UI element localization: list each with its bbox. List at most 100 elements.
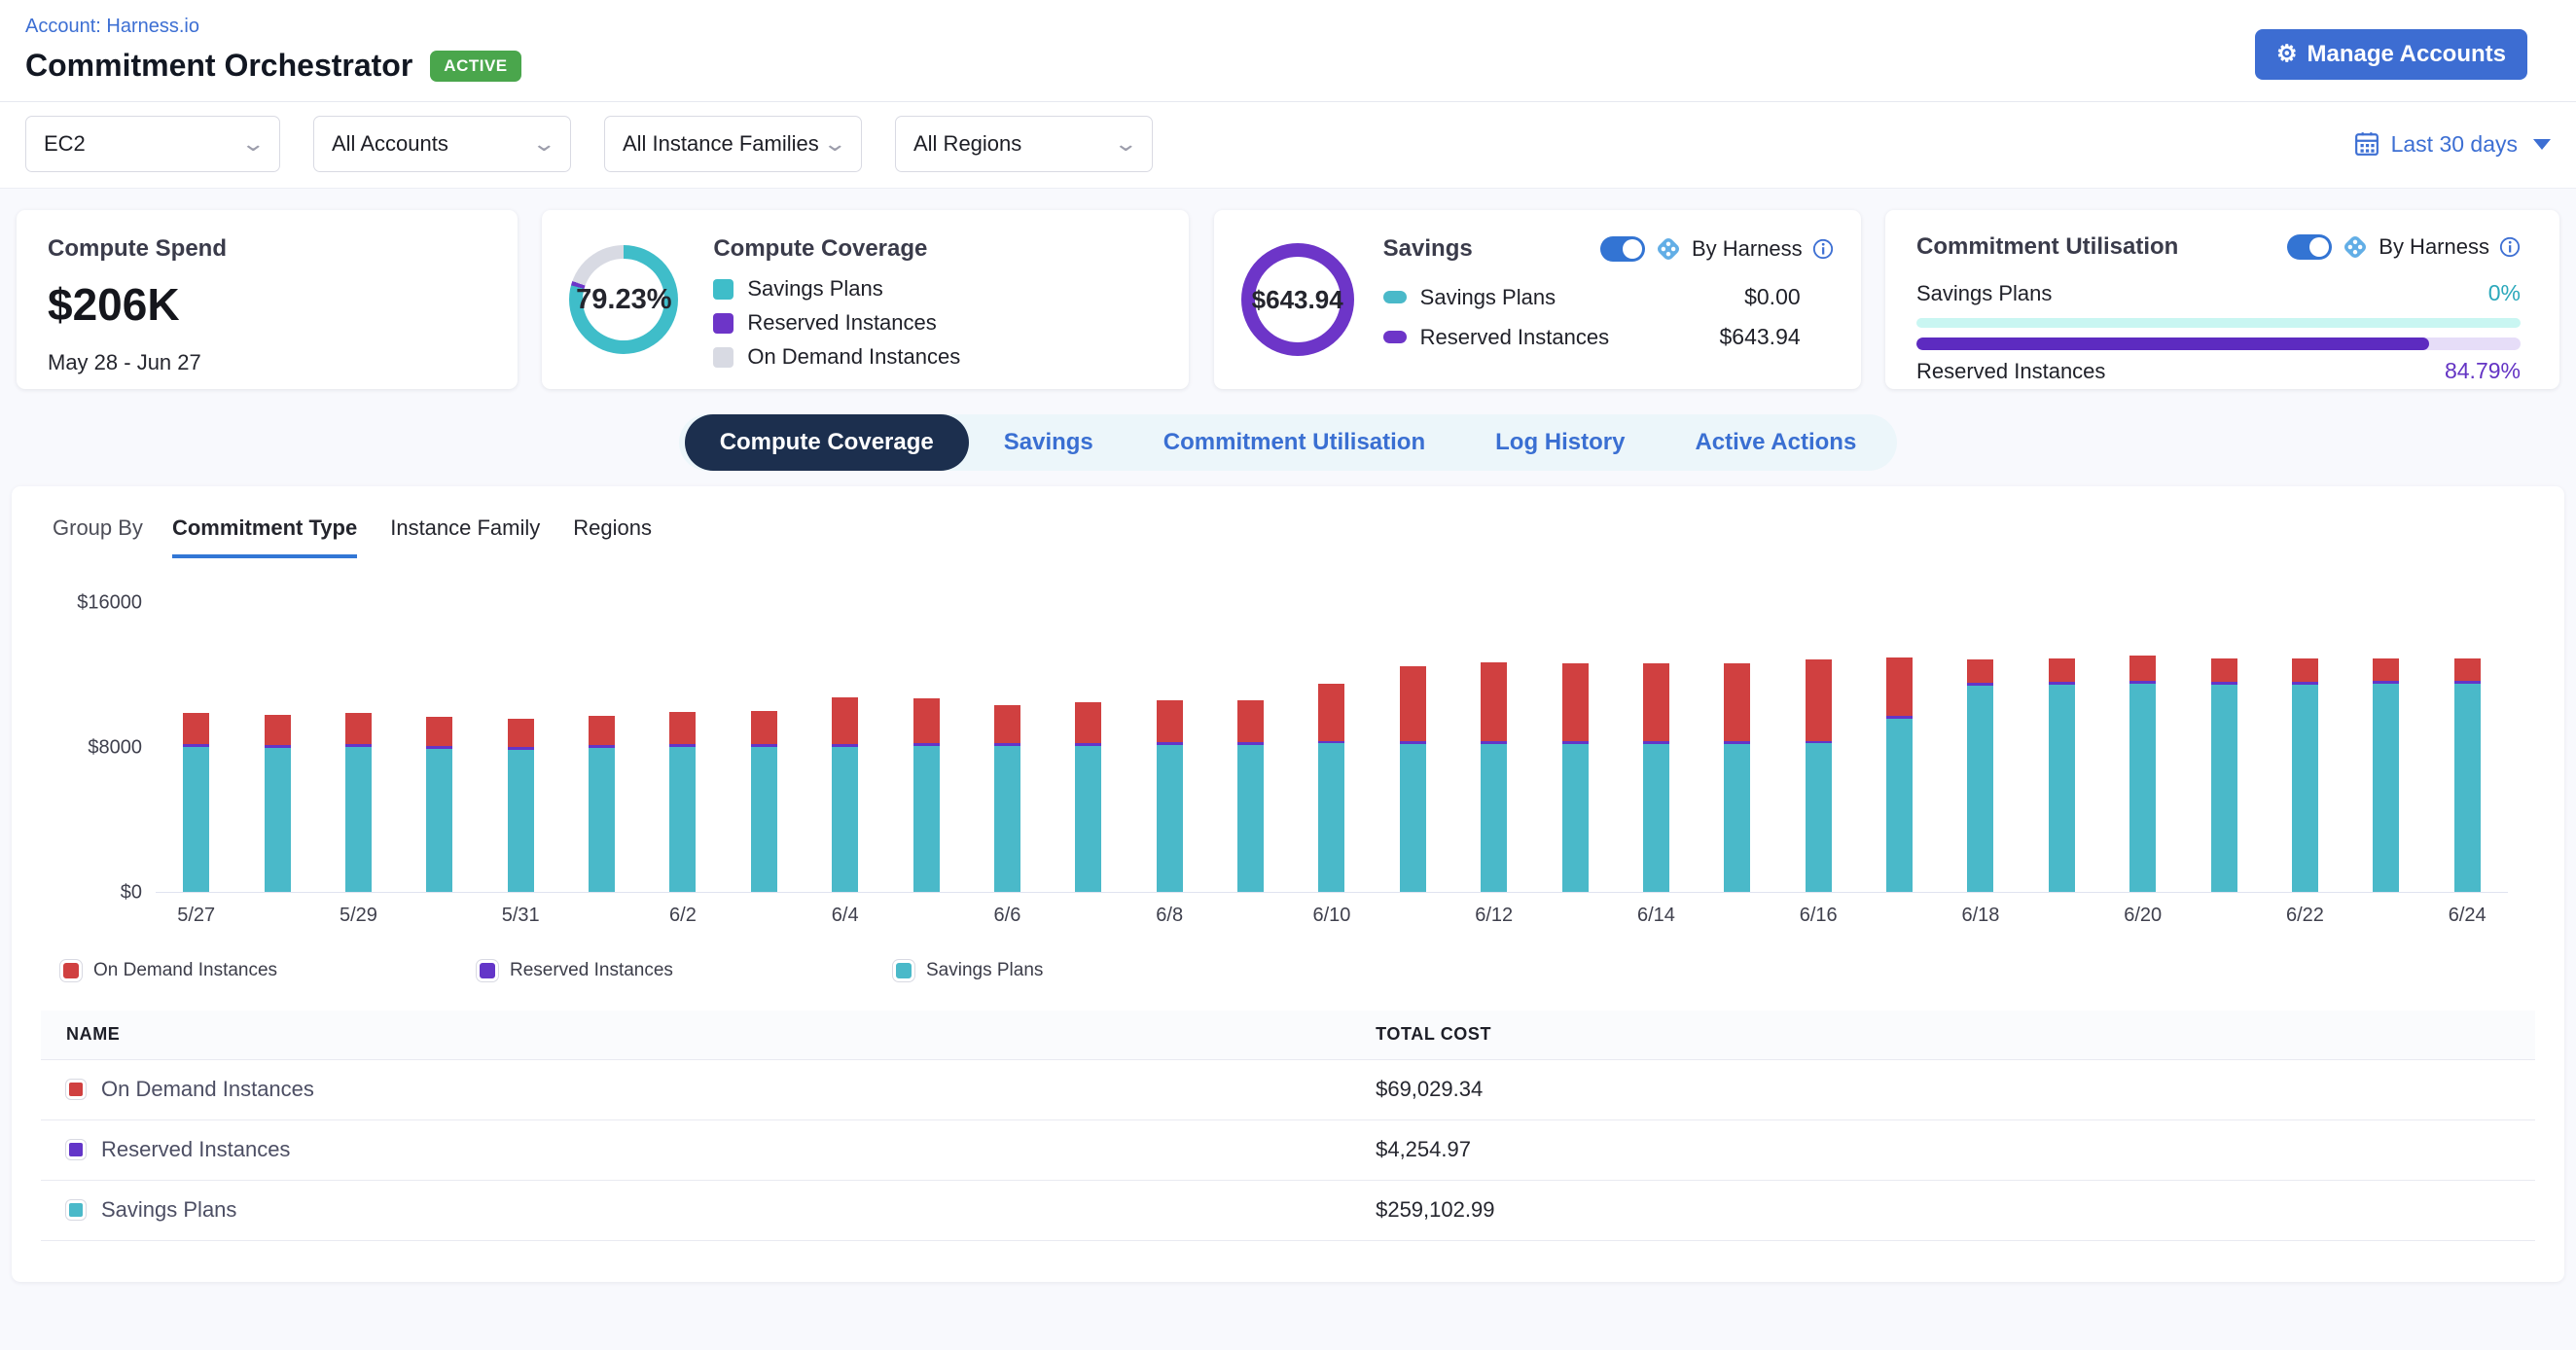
commitment-utilisation-card: Commitment Utilisation By Harness Saving… — [1885, 210, 2559, 389]
x-axis-tick — [1697, 905, 1777, 927]
chart-legend-item-savings-plans[interactable]: Savings Plans — [893, 960, 1309, 981]
group-by-regions[interactable]: Regions — [573, 515, 652, 558]
group-by-commitment-type[interactable]: Commitment Type — [172, 515, 357, 558]
x-axis-tick: 6/20 — [2102, 905, 2183, 927]
date-range-picker[interactable]: Last 30 days — [2354, 131, 2551, 158]
service-select[interactable]: EC2 ⌄ — [25, 116, 280, 172]
chevron-down-icon: ⌄ — [240, 131, 266, 157]
coverage-donut-chart: 79.23% — [569, 245, 678, 354]
tab-compute-coverage[interactable]: Compute Coverage — [685, 414, 969, 471]
chart-legend-item-reserved-instances[interactable]: Reserved Instances — [477, 960, 893, 981]
row-name: Savings Plans — [66, 1197, 1350, 1223]
instance-families-select[interactable]: All Instance Families ⌄ — [604, 116, 862, 172]
bar-6-12 — [1481, 662, 1507, 892]
compute-spend-title: Compute Spend — [48, 235, 486, 263]
legend-swatch — [477, 960, 498, 981]
x-axis-tick — [399, 905, 480, 927]
x-axis-tick: 6/22 — [2265, 905, 2345, 927]
tab-commitment-utilisation[interactable]: Commitment Utilisation — [1128, 414, 1460, 471]
bar-segment-savings-plans — [994, 746, 1020, 892]
column-header-total-cost: TOTAL COST — [1350, 1011, 2535, 1059]
bar-segment-on-demand-instances — [2454, 658, 2481, 681]
legend-swatch — [893, 960, 914, 981]
legend-label: Savings Plans — [926, 960, 1043, 981]
bar-segment-savings-plans — [508, 750, 534, 892]
bar-6-20 — [2129, 656, 2156, 892]
legend-label: Savings Plans — [747, 276, 882, 302]
by-harness-toggle[interactable] — [2287, 234, 2332, 260]
x-axis-tick — [561, 905, 642, 927]
util-savings-plans-value: 0% — [2488, 280, 2521, 306]
harness-logo-icon — [2342, 233, 2369, 261]
tab-savings[interactable]: Savings — [969, 414, 1128, 471]
coverage-legend-item-reserved-instances: Reserved Instances — [713, 310, 960, 336]
regions-select[interactable]: All Regions ⌄ — [895, 116, 1153, 172]
savings-total: $643.94 — [1252, 285, 1343, 315]
x-axis-tick: 6/14 — [1616, 905, 1697, 927]
bar-segment-savings-plans — [1643, 744, 1669, 892]
group-by-options: Commitment Type Instance Family Regions — [172, 515, 652, 558]
compute-spend-value: $206K — [48, 278, 486, 331]
bar-segment-savings-plans — [2049, 685, 2075, 892]
bar-segment-on-demand-instances — [265, 715, 291, 746]
x-axis-tick: 6/6 — [967, 905, 1048, 927]
column-header-name: NAME — [41, 1011, 1350, 1059]
x-axis-tick: 6/4 — [805, 905, 885, 927]
table-row: Reserved Instances $4,254.97 — [41, 1119, 2535, 1180]
harness-logo-icon — [1655, 235, 1682, 263]
account-breadcrumb-link[interactable]: Account: Harness.io — [25, 16, 199, 37]
legend-swatch — [713, 279, 733, 300]
savings-title: Savings — [1383, 235, 1473, 263]
bar-6-22 — [2292, 658, 2318, 892]
accounts-select[interactable]: All Accounts ⌄ — [313, 116, 571, 172]
bar-6-13 — [1562, 663, 1589, 892]
row-swatch — [66, 1080, 86, 1099]
bar-6-17 — [1886, 657, 1913, 892]
bar-6-19 — [2049, 658, 2075, 892]
bar-segment-on-demand-instances — [345, 713, 372, 745]
x-axis-tick — [1534, 905, 1615, 927]
x-axis-tick — [724, 905, 805, 927]
x-axis-tick — [1859, 905, 1940, 927]
row-total-cost: $259,102.99 — [1350, 1180, 2535, 1240]
gear-icon: ⚙ — [2276, 43, 2298, 66]
chart-legend-item-on-demand-instances[interactable]: On Demand Instances — [60, 960, 477, 981]
bar-segment-savings-plans — [751, 747, 777, 892]
bar-segment-on-demand-instances — [751, 711, 777, 744]
bar-6-18 — [1967, 659, 1993, 892]
coverage-percentage: 79.23% — [576, 284, 671, 316]
cost-table: NAMETOTAL COST On Demand Instances $69,0… — [41, 1011, 2535, 1241]
app-header: Account: Harness.io Commitment Orchestra… — [0, 0, 2576, 102]
bar-6-1 — [589, 716, 615, 892]
bar-segment-savings-plans — [1886, 719, 1913, 892]
tab-active-actions[interactable]: Active Actions — [1660, 414, 1891, 471]
table-row: On Demand Instances $69,029.34 — [41, 1059, 2535, 1119]
bar-segment-on-demand-instances — [994, 705, 1020, 743]
savings-row-value: $643.94 — [1720, 324, 1834, 350]
service-select-value: EC2 — [44, 131, 86, 157]
y-axis-tick: $8000 — [88, 737, 142, 760]
info-icon[interactable] — [2499, 236, 2521, 258]
by-harness-toggle[interactable] — [1600, 236, 1645, 262]
bar-6-2 — [669, 712, 696, 892]
bar-segment-savings-plans — [832, 747, 858, 892]
bar-5-27 — [183, 713, 209, 892]
group-by-instance-family[interactable]: Instance Family — [390, 515, 540, 558]
manage-accounts-button[interactable]: ⚙ Manage Accounts — [2255, 29, 2527, 80]
savings-row-label: Reserved Instances — [1420, 325, 1609, 350]
bar-6-5 — [913, 698, 940, 892]
bar-segment-savings-plans — [2373, 684, 2399, 892]
x-axis-tick: 6/8 — [1129, 905, 1210, 927]
bar-segment-on-demand-instances — [2049, 658, 2075, 682]
bar-segment-on-demand-instances — [2129, 656, 2156, 681]
bar-segment-on-demand-instances — [1157, 700, 1183, 743]
info-icon[interactable] — [1812, 238, 1834, 260]
compute-coverage-panel: Group By Commitment TypeInstance FamilyR… — [12, 486, 2564, 1282]
accounts-select-value: All Accounts — [332, 131, 448, 157]
bar-segment-on-demand-instances — [669, 712, 696, 745]
bar-segment-on-demand-instances — [1481, 662, 1507, 741]
bar-segment-on-demand-instances — [183, 713, 209, 745]
tab-log-history[interactable]: Log History — [1460, 414, 1660, 471]
x-axis-tick — [1210, 905, 1291, 927]
filter-bar: EC2 ⌄ All Accounts ⌄ All Instance Famili… — [0, 102, 2576, 189]
